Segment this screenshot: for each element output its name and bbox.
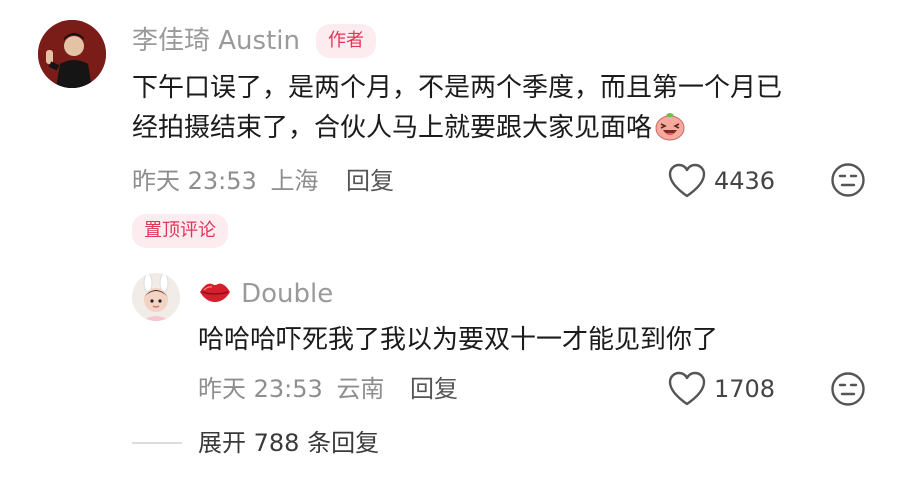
reply-like-button[interactable]: 1708 (668, 371, 780, 407)
comment-text-line-1: 下午口误了，是两个月，不是两个季度，而且第一个月已 (132, 73, 783, 103)
reply-author-avatar[interactable] (132, 273, 180, 321)
pinned-comment-badge: 置顶评论 (132, 214, 228, 248)
dislike-face-icon (830, 162, 866, 198)
comment-text-line-2: 经拍摄结束了，合伙人马上就要跟大家见面咯 (132, 113, 653, 143)
heart-icon (668, 371, 706, 407)
reply-reply-button[interactable]: 回复 (410, 374, 458, 404)
comment-dislike-button[interactable] (830, 162, 866, 198)
reply-author-name: Double (241, 279, 334, 309)
reply-dislike-button[interactable] (830, 371, 866, 407)
author-badge: 作者 (316, 24, 376, 58)
reply-text: 哈哈哈吓死我了我以为要双十一才能见到你了 (198, 325, 719, 355)
comment-like-button[interactable]: 4436 (668, 163, 780, 199)
comment-text: 下午口误了，是两个月，不是两个季度，而且第一个月已 经拍摄结束了，合伙人马上就要… (132, 68, 872, 148)
reply-author[interactable]: Double (198, 278, 333, 310)
comment-time: 昨天 23:53 (132, 167, 257, 195)
expand-replies-button[interactable]: 展开 788 条回复 (198, 428, 379, 458)
reply-location: 云南 (336, 375, 385, 403)
lips-icon (198, 278, 232, 306)
comment-location: 上海 (270, 167, 319, 195)
comment-like-count: 4436 (714, 167, 776, 195)
reply-like-count: 1708 (714, 375, 776, 403)
comment-meta: 昨天 23:53 上海 (132, 166, 318, 196)
heart-icon (668, 163, 706, 199)
author-avatar[interactable] (38, 20, 106, 88)
reply-meta: 昨天 23:53 云南 (198, 374, 384, 404)
pig-laugh-emoji-icon (654, 110, 686, 142)
comment-reply-button[interactable]: 回复 (346, 166, 394, 196)
expand-divider (132, 442, 182, 444)
dislike-face-icon (830, 371, 866, 407)
author-name[interactable]: 李佳琦 Austin (132, 25, 300, 57)
reply-time: 昨天 23:53 (198, 375, 323, 403)
